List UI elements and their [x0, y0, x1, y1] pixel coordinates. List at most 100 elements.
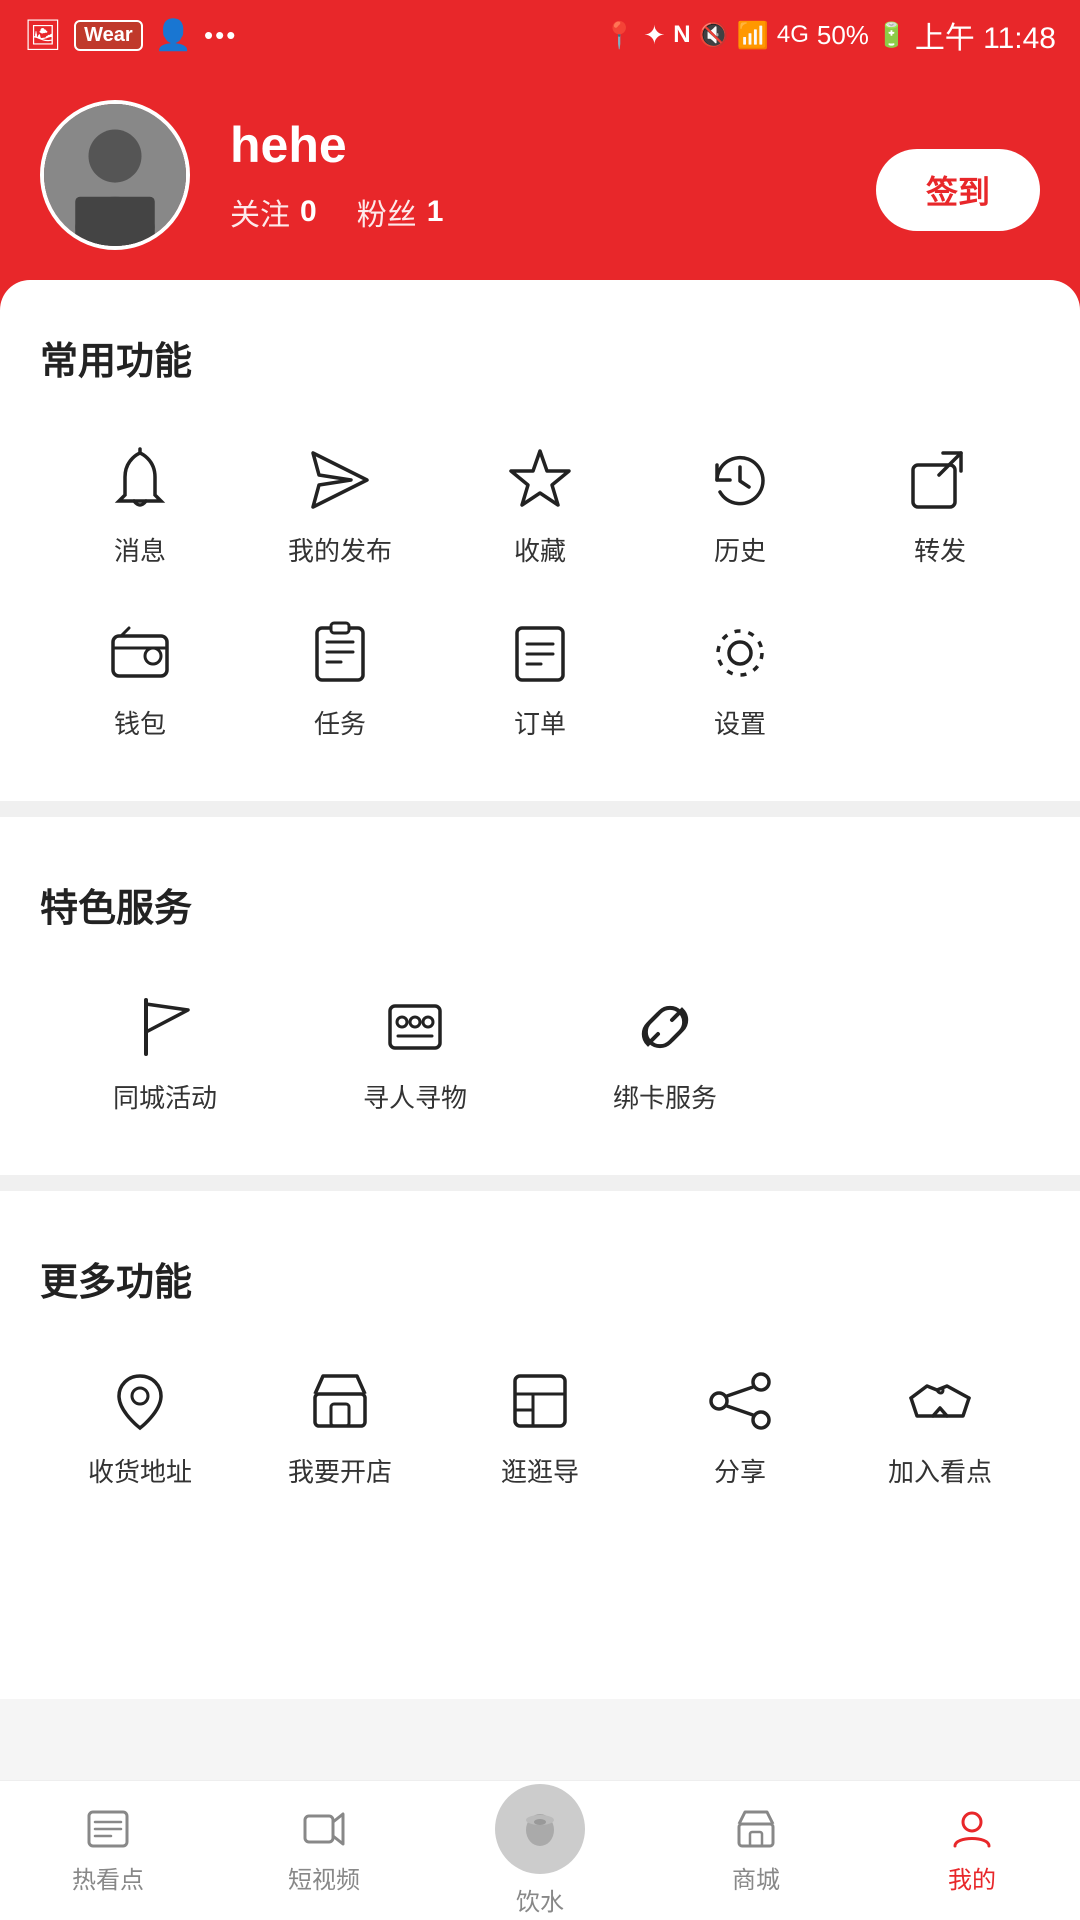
- gallery-icon: 🖼: [24, 18, 62, 53]
- more-functions-title: 更多功能: [40, 1251, 1040, 1306]
- section-divider-2: [0, 1175, 1080, 1191]
- common-functions-section: 常用功能 消息 我的: [0, 280, 1080, 791]
- settings-label: 设置: [714, 704, 766, 741]
- common-functions-title: 常用功能: [40, 330, 1040, 385]
- store-icon: [733, 1806, 779, 1852]
- share-ext-icon: [905, 445, 975, 515]
- special-services-section: 特色服务 同城活动: [0, 827, 1080, 1165]
- local-activity-label: 同城活动: [113, 1078, 217, 1115]
- nav-hot-label: 热看点: [72, 1860, 144, 1895]
- followers-count: 1: [427, 195, 444, 229]
- guide-item[interactable]: 逛逛导: [440, 1346, 640, 1519]
- video-icon: [301, 1806, 347, 1852]
- status-time: 上午 11:48: [915, 13, 1056, 57]
- bind-card-label: 绑卡服务: [613, 1078, 717, 1115]
- special-services-grid: 同城活动 寻人寻物: [40, 972, 1040, 1145]
- nav-drink[interactable]: 饮水: [432, 1784, 648, 1917]
- tasks-item[interactable]: 任务: [240, 598, 440, 771]
- share-item[interactable]: 分享: [640, 1346, 840, 1519]
- bell-icon: [105, 445, 175, 515]
- tasks-label: 任务: [314, 704, 366, 741]
- forward-label: 转发: [914, 531, 966, 568]
- share-label: 分享: [714, 1452, 766, 1489]
- status-bar-left: 🖼 Wear 👤 •••: [24, 18, 237, 53]
- orders-label: 订单: [514, 704, 566, 741]
- nav-mine-label: 我的: [948, 1860, 996, 1895]
- wallet-icon: [105, 618, 175, 688]
- status-bar: 🖼 Wear 👤 ••• 📍 ✦ N 🔇 📶 4G 50% 🔋 上午 11:48: [0, 0, 1080, 70]
- favorites-item[interactable]: 收藏: [440, 425, 640, 598]
- wallet-item[interactable]: 钱包: [40, 598, 240, 771]
- join-kandian-item[interactable]: 加入看点: [840, 1346, 1040, 1519]
- drink-icon: [515, 1804, 565, 1854]
- nav-drink-label: 饮水: [516, 1882, 564, 1917]
- address-label: 收货地址: [88, 1452, 192, 1489]
- my-publish-label: 我的发布: [288, 531, 392, 568]
- local-activity-item[interactable]: 同城活动: [40, 972, 290, 1145]
- send-icon: [305, 445, 375, 515]
- user-icon: 👤: [155, 18, 192, 53]
- orders-item[interactable]: 订单: [440, 598, 640, 771]
- wallet-label: 钱包: [114, 704, 166, 741]
- avatar-image: [44, 104, 186, 246]
- shop-icon: [305, 1366, 375, 1436]
- history-label: 历史: [714, 531, 766, 568]
- my-publish-item[interactable]: 我的发布: [240, 425, 440, 598]
- nav-mall-label: 商城: [732, 1860, 780, 1895]
- guide-label: 逛逛导: [501, 1452, 579, 1489]
- following-label: 关注: [230, 190, 290, 234]
- order-icon: [505, 618, 575, 688]
- followers-label: 粉丝: [357, 190, 417, 234]
- star-icon: [505, 445, 575, 515]
- history-item[interactable]: 历史: [640, 425, 840, 598]
- open-shop-item[interactable]: 我要开店: [240, 1346, 440, 1519]
- address-item[interactable]: 收货地址: [40, 1346, 240, 1519]
- person-icon: [949, 1806, 995, 1852]
- handshake-icon: [905, 1366, 975, 1436]
- special-services-title: 特色服务: [40, 877, 1040, 932]
- bind-card-item[interactable]: 绑卡服务: [540, 972, 790, 1145]
- history-icon: [705, 445, 775, 515]
- following-count: 0: [300, 195, 317, 229]
- link-icon: [630, 992, 700, 1062]
- followers-stat: 粉丝 1: [357, 190, 444, 234]
- settings-item[interactable]: 设置: [640, 598, 840, 771]
- location-icon: 📍: [603, 20, 635, 51]
- news-icon: [85, 1806, 131, 1852]
- location-icon: [105, 1366, 175, 1436]
- wear-badge: Wear: [74, 20, 143, 51]
- following-stat: 关注 0: [230, 190, 317, 234]
- common-functions-grid: 消息 我的发布 收藏: [40, 425, 1040, 771]
- bluetooth-icon: ✦: [643, 20, 665, 51]
- status-bar-right: 📍 ✦ N 🔇 📶 4G 50% 🔋 上午 11:48: [603, 13, 1056, 57]
- wifi-icon: 📶: [736, 20, 768, 51]
- checkin-button[interactable]: 签到: [876, 149, 1040, 231]
- find-icon: [380, 992, 450, 1062]
- nfc-icon: N: [673, 21, 690, 49]
- main-content: 常用功能 消息 我的: [0, 280, 1080, 1699]
- join-kandian-label: 加入看点: [888, 1452, 992, 1489]
- nav-mine[interactable]: 我的: [864, 1781, 1080, 1920]
- find-people-item[interactable]: 寻人寻物: [290, 972, 540, 1145]
- bottom-nav: 热看点 短视频 饮水: [0, 1780, 1080, 1920]
- avatar[interactable]: [40, 100, 190, 250]
- more-icon: •••: [204, 20, 237, 51]
- section-divider-1: [0, 801, 1080, 817]
- battery-level: 50%: [817, 20, 869, 51]
- nav-hot[interactable]: 热看点: [0, 1781, 216, 1920]
- drink-button[interactable]: [495, 1784, 585, 1874]
- nav-video[interactable]: 短视频: [216, 1781, 432, 1920]
- more-functions-section: 更多功能 收货地址: [0, 1201, 1080, 1539]
- nav-video-label: 短视频: [288, 1860, 360, 1895]
- profile-header: hehe 关注 0 粉丝 1 签到: [0, 70, 1080, 310]
- settings-icon: [705, 618, 775, 688]
- message-item[interactable]: 消息: [40, 425, 240, 598]
- battery-icon: 🔋: [877, 21, 907, 50]
- more-functions-grid: 收货地址 我要开店: [40, 1346, 1040, 1519]
- favorites-label: 收藏: [514, 531, 566, 568]
- guide-icon: [505, 1366, 575, 1436]
- signal-icon: 4G: [777, 21, 809, 49]
- nav-mall[interactable]: 商城: [648, 1781, 864, 1920]
- forward-item[interactable]: 转发: [840, 425, 1040, 598]
- message-label: 消息: [114, 531, 166, 568]
